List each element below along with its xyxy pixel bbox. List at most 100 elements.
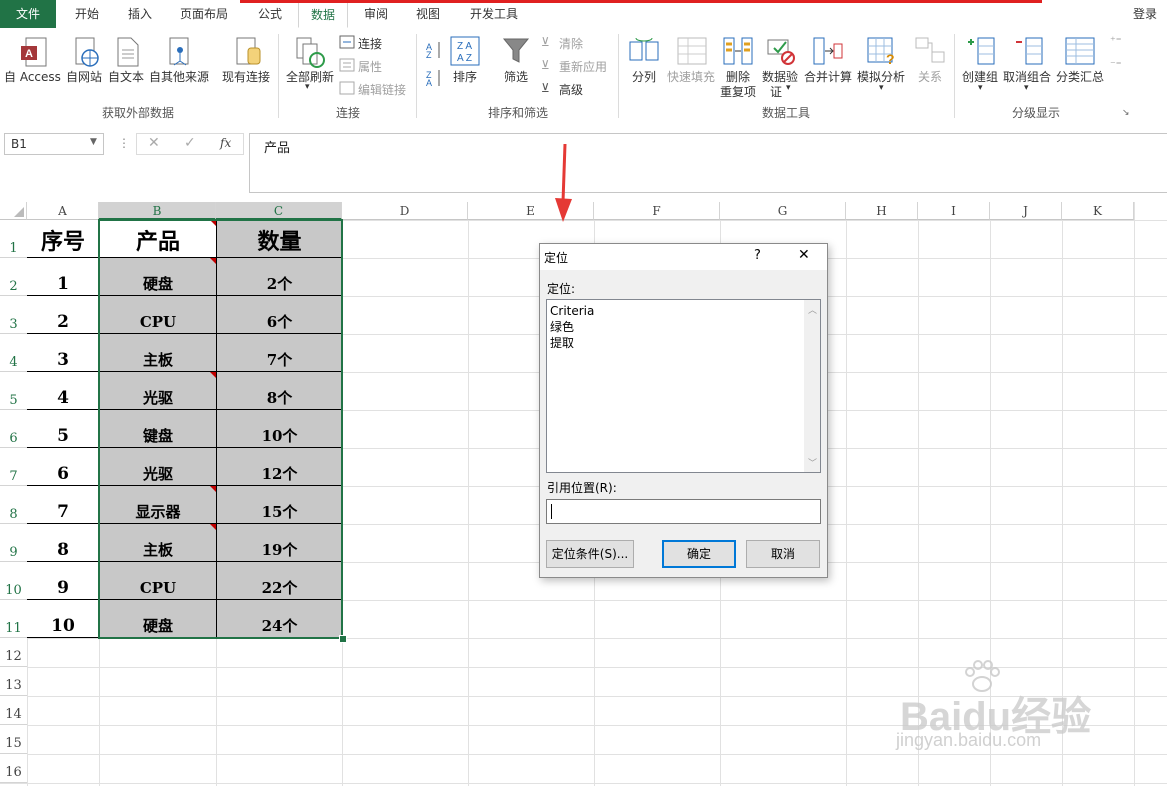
properties-button[interactable]: 属性 <box>358 58 382 75</box>
tab-file[interactable]: 文件 <box>0 0 56 28</box>
table-cell[interactable]: 10 <box>27 600 99 638</box>
from-text-button[interactable]: 自文本 <box>108 68 144 85</box>
ok-button[interactable]: 确定 <box>662 540 736 568</box>
login-link[interactable]: 登录 <box>1133 0 1157 28</box>
from-access-button[interactable]: 自 Access <box>4 68 61 85</box>
row-header-16[interactable]: 16 <box>0 754 27 783</box>
column-header-h[interactable]: H <box>846 202 918 220</box>
column-header-i[interactable]: I <box>918 202 990 220</box>
tab-view[interactable]: 视图 <box>404 0 452 28</box>
close-icon[interactable]: ✕ <box>798 247 810 263</box>
table-cell[interactable]: 6 <box>27 448 99 486</box>
column-header-f[interactable]: F <box>594 202 720 220</box>
row-header-15[interactable]: 15 <box>0 725 27 754</box>
column-header-j[interactable]: J <box>990 202 1062 220</box>
table-cell[interactable]: 显示器 <box>99 486 216 524</box>
table-cell[interactable]: 主板 <box>99 334 216 372</box>
goto-list[interactable]: Criteria 绿色 提取 ︿ ﹀ <box>546 299 821 473</box>
tab-formulas[interactable]: 公式 <box>246 0 294 28</box>
insert-function-icon[interactable]: fx <box>220 136 231 150</box>
fill-handle[interactable] <box>339 635 347 643</box>
scroll-down-icon[interactable]: ﹀ <box>808 456 817 469</box>
table-cell[interactable]: 6个 <box>216 296 342 334</box>
show-detail-icon[interactable]: ⁺⁼ <box>1110 34 1122 47</box>
tab-page-layout[interactable]: 页面布局 <box>168 0 240 28</box>
refresh-all-button[interactable]: 全部刷新 <box>286 68 334 85</box>
filter-button[interactable]: 筛选 <box>504 68 528 85</box>
table-cell[interactable]: 2 <box>27 296 99 334</box>
row-header-9[interactable]: 9 <box>0 524 27 562</box>
reference-input[interactable] <box>546 499 821 524</box>
dialog-launcher-icon[interactable]: ↘ <box>1122 108 1130 118</box>
column-header-k[interactable]: K <box>1062 202 1134 220</box>
table-cell[interactable]: 19个 <box>216 524 342 562</box>
row-header-6[interactable]: 6 <box>0 410 27 448</box>
table-cell[interactable]: 24个 <box>216 600 342 638</box>
table-cell[interactable]: 光驱 <box>99 372 216 410</box>
table-cell[interactable]: 8 <box>27 524 99 562</box>
column-header-b[interactable]: B <box>99 202 216 220</box>
column-header-g[interactable]: G <box>720 202 846 220</box>
formula-input[interactable]: 产品 <box>249 133 1167 193</box>
cancel-button[interactable]: 取消 <box>746 540 820 568</box>
table-header-cell[interactable]: 序号 <box>27 220 99 258</box>
row-header-10[interactable]: 10 <box>0 562 27 600</box>
table-header-cell[interactable]: 数量 <box>216 220 342 258</box>
flash-fill-button[interactable]: 快速填充 <box>667 68 715 85</box>
chevron-down-icon[interactable]: ▼ <box>90 137 97 147</box>
table-cell[interactable]: 1 <box>27 258 99 296</box>
tab-review[interactable]: 审阅 <box>352 0 400 28</box>
table-cell[interactable]: 15个 <box>216 486 342 524</box>
clear-button[interactable]: 清除 <box>559 35 583 52</box>
row-header-8[interactable]: 8 <box>0 486 27 524</box>
table-cell[interactable]: 7个 <box>216 334 342 372</box>
tab-developer[interactable]: 开发工具 <box>458 0 530 28</box>
goto-special-button[interactable]: 定位条件(S)... <box>546 540 634 568</box>
cancel-icon[interactable]: ✕ <box>148 135 160 151</box>
help-icon[interactable]: ? <box>754 248 761 263</box>
row-header-5[interactable]: 5 <box>0 372 27 410</box>
table-header-cell[interactable]: 产品 <box>99 220 216 258</box>
tab-data[interactable]: 数据 <box>298 0 348 28</box>
row-header-3[interactable]: 3 <box>0 296 27 334</box>
table-cell[interactable]: 硬盘 <box>99 258 216 296</box>
name-box[interactable]: B1 <box>4 133 104 155</box>
scroll-up-icon[interactable]: ︿ <box>808 303 817 316</box>
column-header-d[interactable]: D <box>342 202 468 220</box>
table-cell[interactable]: 22个 <box>216 562 342 600</box>
row-header-13[interactable]: 13 <box>0 667 27 696</box>
table-cell[interactable]: CPU <box>99 562 216 600</box>
tab-insert[interactable]: 插入 <box>116 0 164 28</box>
row-header-14[interactable]: 14 <box>0 696 27 725</box>
select-all-corner[interactable] <box>0 202 27 220</box>
table-cell[interactable]: 10个 <box>216 410 342 448</box>
relationships-button[interactable]: 关系 <box>918 68 942 85</box>
row-header-12[interactable]: 12 <box>0 638 27 667</box>
table-cell[interactable]: 5 <box>27 410 99 448</box>
table-cell[interactable]: 2个 <box>216 258 342 296</box>
tab-home[interactable]: 开始 <box>62 0 112 28</box>
row-header-1[interactable]: 1 <box>0 220 27 258</box>
table-cell[interactable]: 光驱 <box>99 448 216 486</box>
from-other-sources-button[interactable]: 自其他来源 <box>149 68 209 85</box>
table-cell[interactable]: 主板 <box>99 524 216 562</box>
connections-button[interactable]: 连接 <box>358 35 382 52</box>
table-cell[interactable]: 键盘 <box>99 410 216 448</box>
table-cell[interactable]: 9 <box>27 562 99 600</box>
sort-button[interactable]: 排序 <box>453 68 477 85</box>
column-header-a[interactable]: A <box>27 202 99 220</box>
row-header-7[interactable]: 7 <box>0 448 27 486</box>
goto-list-item[interactable]: 提取 <box>550 335 594 351</box>
enter-icon[interactable]: ✓ <box>184 135 196 151</box>
row-header-11[interactable]: 11 <box>0 600 27 638</box>
goto-list-item[interactable]: Criteria <box>550 303 594 319</box>
table-cell[interactable]: 7 <box>27 486 99 524</box>
row-header-2[interactable]: 2 <box>0 258 27 296</box>
advanced-filter-button[interactable]: 高级 <box>559 81 583 98</box>
from-web-button[interactable]: 自网站 <box>66 68 102 85</box>
table-cell[interactable]: 硬盘 <box>99 600 216 638</box>
table-cell[interactable]: 8个 <box>216 372 342 410</box>
consolidate-button[interactable]: 合并计算 <box>804 68 852 85</box>
edit-links-button[interactable]: 编辑链接 <box>358 81 406 98</box>
row-header-4[interactable]: 4 <box>0 334 27 372</box>
